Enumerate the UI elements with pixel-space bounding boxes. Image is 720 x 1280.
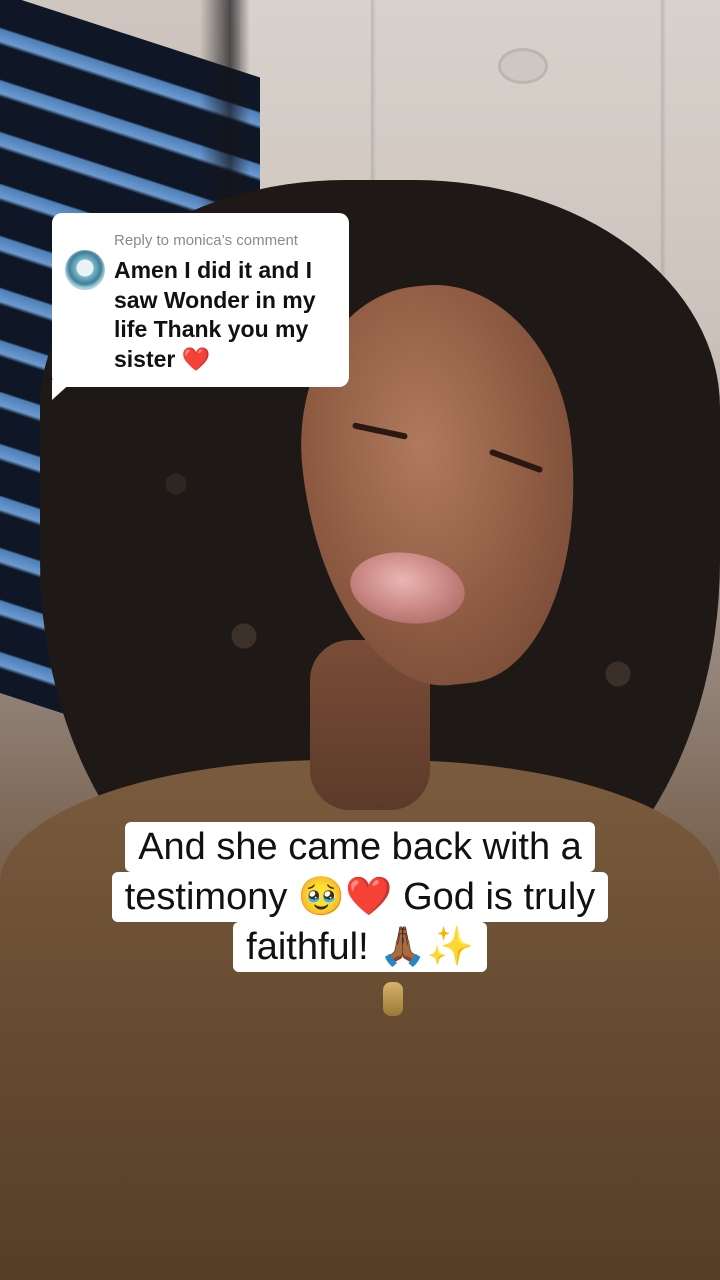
comment-line: life Thank you my — [114, 316, 309, 342]
reply-comment-text: Amen I did it and I saw Wonder in my lif… — [114, 256, 344, 374]
ceiling-light — [498, 48, 548, 84]
commenter-avatar[interactable] — [65, 250, 105, 290]
caption-line: faithful! 🙏🏾✨ — [233, 922, 487, 972]
necklace-pendant — [383, 982, 403, 1016]
reply-comment-sticker[interactable]: Reply to monica’s comment Amen I did it … — [52, 213, 349, 387]
comment-line: sister ❤️ — [114, 345, 211, 372]
comment-line: saw Wonder in my — [114, 286, 316, 313]
video-frame[interactable] — [0, 0, 720, 1280]
caption-line: testimony 🥹❤️ God is truly — [111, 872, 609, 922]
caption-line: And she came back with a — [125, 822, 595, 872]
reply-header: Reply to monica’s comment — [114, 232, 298, 249]
video-caption: And she came back with a testimony 🥹❤️ G… — [0, 822, 720, 972]
comment-line: Amen I did it and I — [114, 257, 313, 283]
